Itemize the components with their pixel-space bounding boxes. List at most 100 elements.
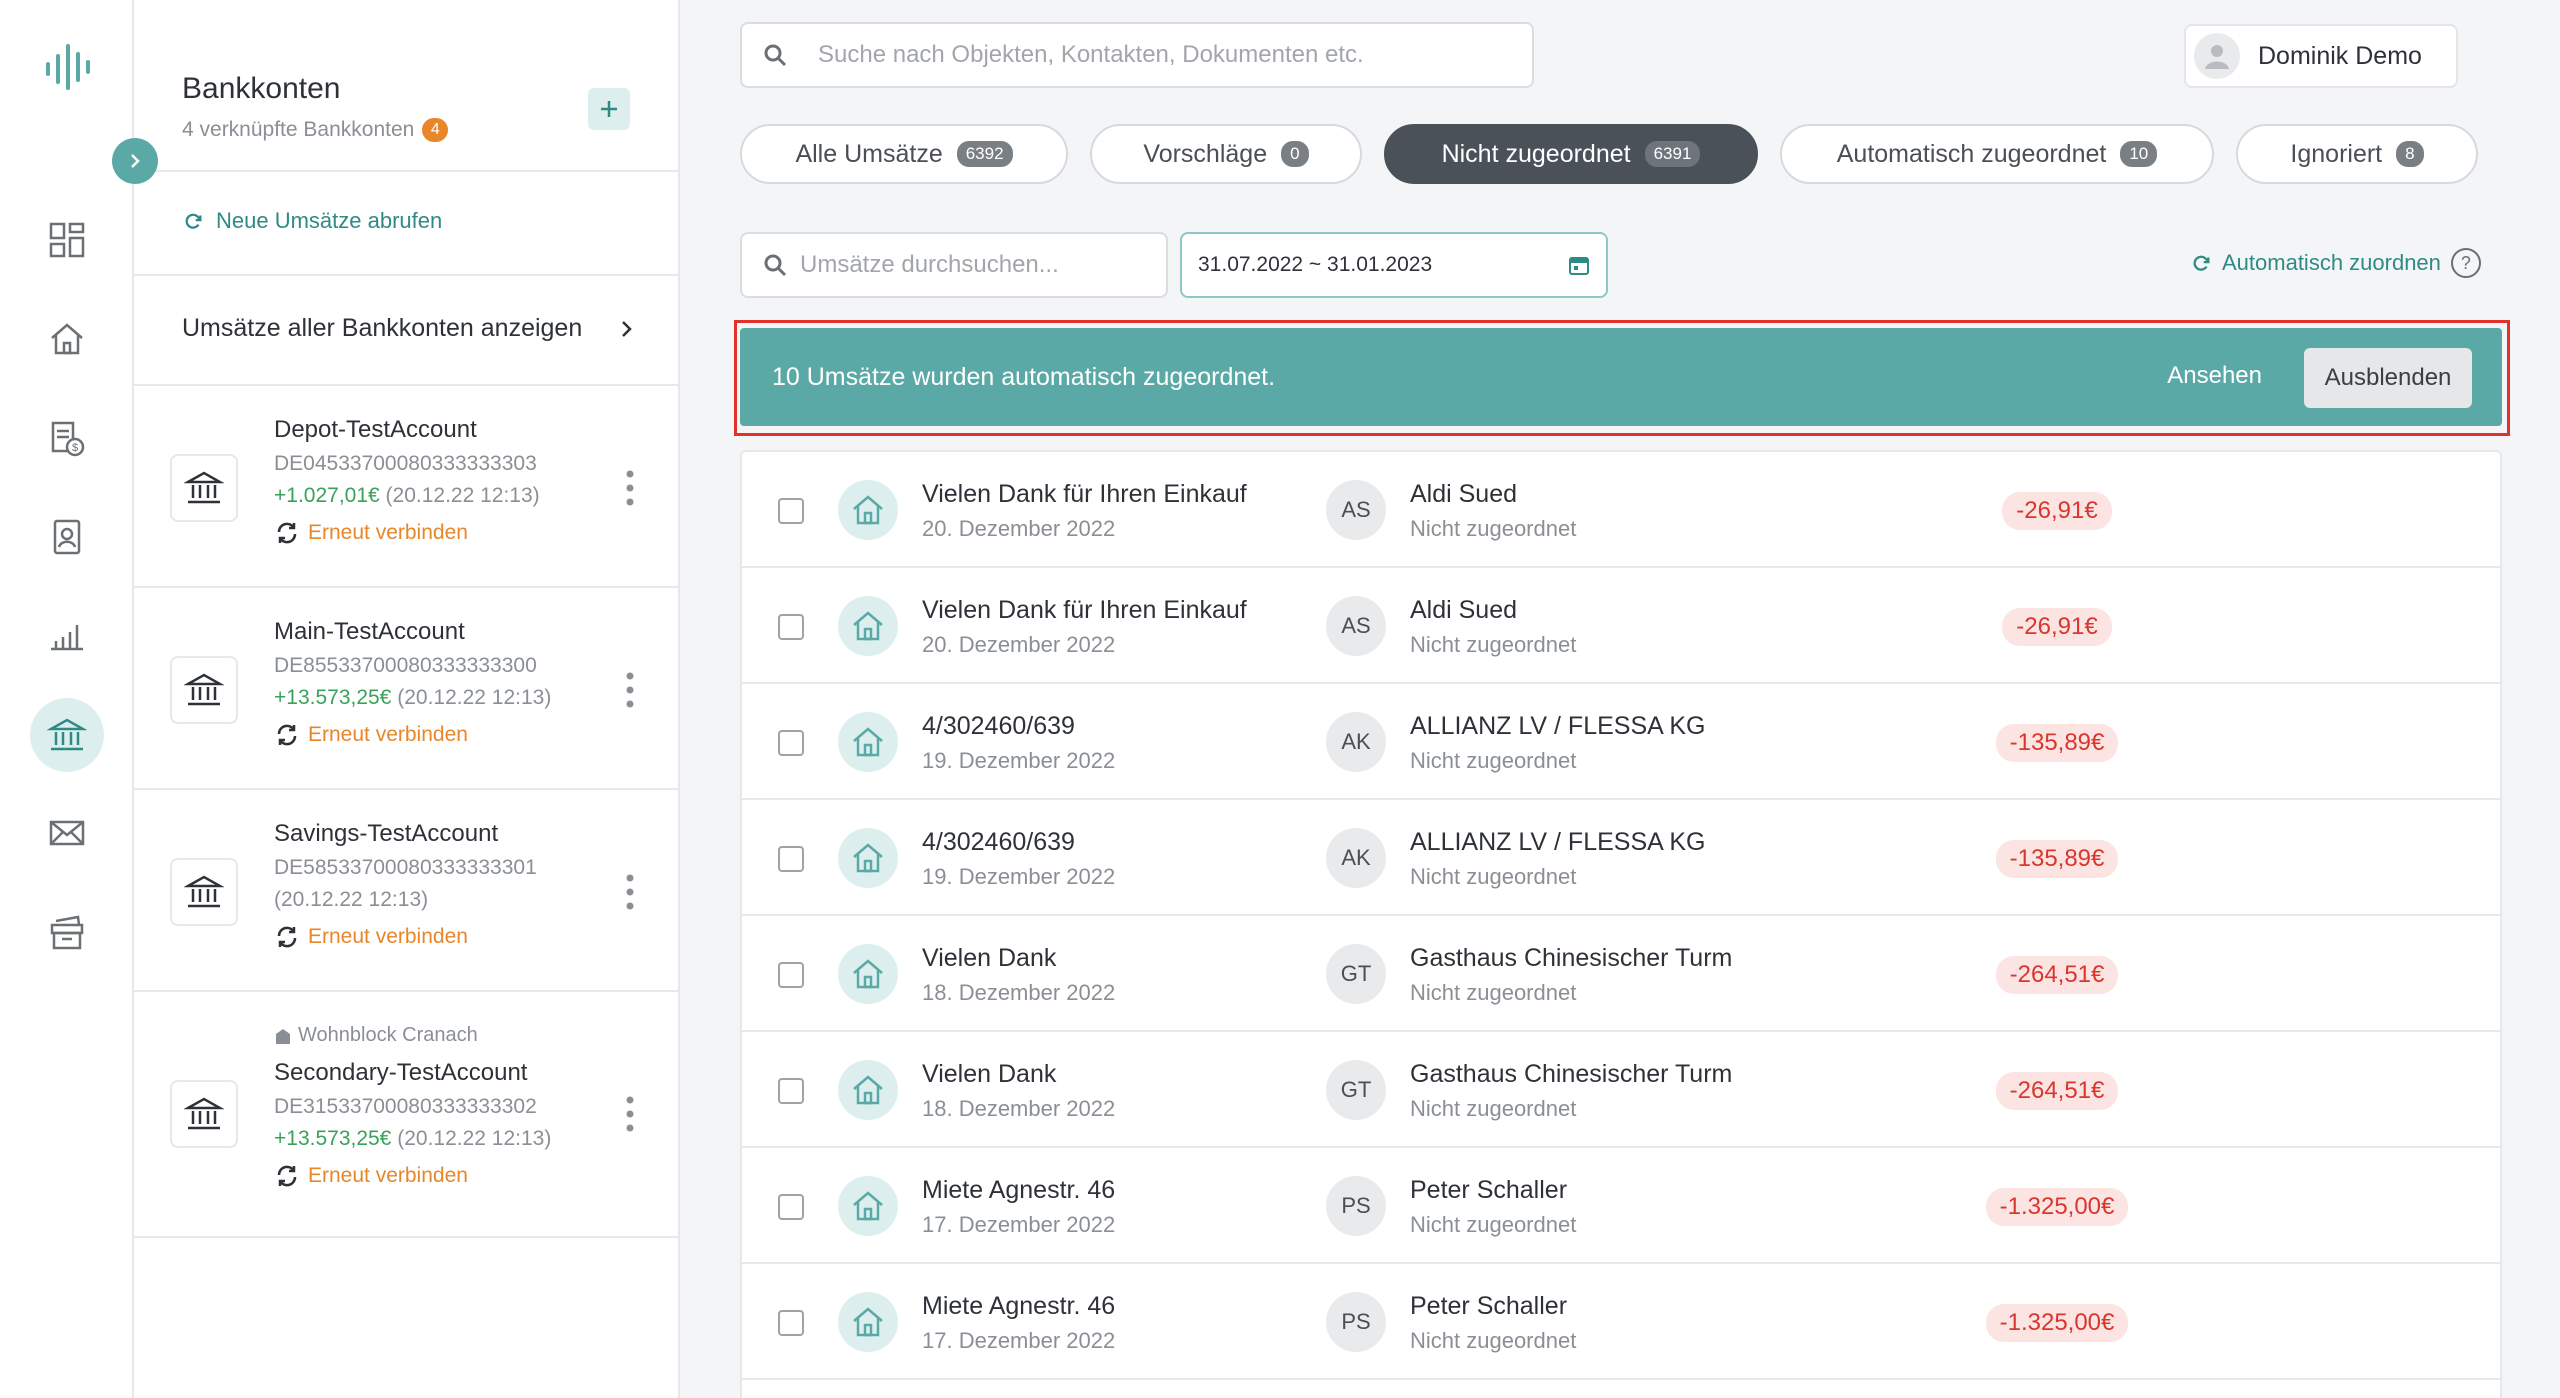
transaction-date: 17. Dezember 2022 <box>922 1212 1116 1237</box>
user-icon <box>2205 45 2229 69</box>
assignment-status: Nicht zugeordnet <box>1410 632 1577 657</box>
transaction-amount: -26,91€ <box>2002 492 2112 530</box>
row-checkbox[interactable] <box>778 1078 804 1104</box>
row-checkbox[interactable] <box>778 846 804 872</box>
account-balance-line: +13.573,25€ (20.12.22 12:13) <box>274 1127 551 1151</box>
counterparty-name: ALLIANZ LV / FLESSA KG <box>1410 828 1706 856</box>
account-updated: (20.12.22 12:13) <box>397 686 552 709</box>
table-row[interactable]: Vielen Dank für Ihren Einkauf 20. Dezemb… <box>742 568 2500 684</box>
account-balance: +1.027,01€ <box>274 484 380 507</box>
search-icon <box>764 44 787 67</box>
mail-icon[interactable] <box>42 808 92 858</box>
counterparty-name: Gasthaus Chinesischer Turm <box>1410 944 1733 972</box>
amount-cell: -135,89€ <box>1942 840 2172 878</box>
row-checkbox[interactable] <box>778 614 804 640</box>
bank-icon <box>170 858 238 926</box>
reconnect-link[interactable]: Erneut verbinden <box>274 1163 551 1189</box>
reconnect-link[interactable]: Erneut verbinden <box>274 722 551 748</box>
more-options-icon[interactable] <box>624 670 636 710</box>
account-updated: (20.12.22 12:13) <box>274 888 429 911</box>
transaction-search-input[interactable] <box>800 251 1166 279</box>
hide-button[interactable]: Ausblenden <box>2304 348 2472 408</box>
counterparty-name: Gasthaus Chinesischer Turm <box>1410 1060 1733 1088</box>
counterparty-avatar: AK <box>1326 712 1386 772</box>
help-icon[interactable]: ? <box>2450 248 2481 278</box>
account-item[interactable]: Wohnblock Cranach Secondary-TestAccount … <box>134 990 680 1236</box>
show-all-accounts-label: Umsätze aller Bankkonten anzeigen <box>182 314 583 342</box>
table-row[interactable]: Vielen Dank 18. Dezember 2022 GT Gasthau… <box>742 1032 2500 1148</box>
account-iban: DE58533700080333333301 <box>274 856 537 879</box>
date-range-picker[interactable]: 31.07.2022 ~ 31.01.2023 <box>1180 232 1608 298</box>
logo-icon[interactable] <box>42 42 94 92</box>
row-checkbox[interactable] <box>778 1310 804 1336</box>
home-icon[interactable] <box>42 314 92 364</box>
amount-cell: -1.325,00€ <box>1942 1304 2172 1342</box>
expand-sidebar-button[interactable] <box>112 138 158 184</box>
global-search-input[interactable] <box>818 41 1532 69</box>
transaction-date: 20. Dezember 2022 <box>922 632 1116 657</box>
table-row[interactable]: 4/302460/639 19. Dezember 2022 AK ALLIAN… <box>742 800 2500 916</box>
more-options-icon[interactable] <box>624 872 636 912</box>
view-button[interactable]: Ansehen <box>2167 362 2262 390</box>
dashboard-icon[interactable] <box>42 215 92 265</box>
chart-icon[interactable] <box>42 610 92 660</box>
tab-suggestions[interactable]: Vorschläge 0 <box>1090 124 1362 184</box>
account-name: Main-TestAccount <box>274 618 465 645</box>
reconnect-link[interactable]: Erneut verbinden <box>274 924 537 950</box>
table-row[interactable]: Miete Agnestr. 46 17. Dezember 2022 PS P… <box>742 1264 2500 1380</box>
account-item[interactable]: Depot-TestAccount DE04533700080333333303… <box>134 384 680 586</box>
amount-cell: -135,89€ <box>1942 724 2172 762</box>
assignment-status: Nicht zugeordnet <box>1410 1328 1577 1353</box>
tab-ignored[interactable]: Ignoriert 8 <box>2236 124 2478 184</box>
fetch-transactions-link[interactable]: Neue Umsätze abrufen <box>182 208 442 234</box>
table-row[interactable]: Vielen Dank für Ihren Einkauf 20. Dezemb… <box>742 452 2500 568</box>
counterparty-name: Peter Schaller <box>1410 1292 1568 1320</box>
account-item[interactable]: Savings-TestAccount DE585337000803333333… <box>134 788 680 990</box>
transaction-date: 19. Dezember 2022 <box>922 864 1116 889</box>
tab-count: 10 <box>2120 141 2158 167</box>
bank-icon <box>170 1080 238 1148</box>
show-all-accounts-link[interactable]: Umsätze aller Bankkonten anzeigen <box>182 314 638 343</box>
more-options-icon[interactable] <box>624 1094 636 1134</box>
global-search-box <box>740 22 1534 88</box>
table-row[interactable]: 4/302460/639 19. Dezember 2022 AK ALLIAN… <box>742 684 2500 800</box>
tab-auto-assigned[interactable]: Automatisch zugeordnet 10 <box>1780 124 2214 184</box>
assignment-status: Nicht zugeordnet <box>1410 748 1577 773</box>
transaction-date: 18. Dezember 2022 <box>922 980 1116 1005</box>
tab-unassigned[interactable]: Nicht zugeordnet 6391 <box>1384 124 1758 184</box>
auto-assign-label: Automatisch zuordnen <box>2222 250 2441 275</box>
transaction-description: 4/302460/639 <box>922 828 1075 856</box>
assignment-status: Nicht zugeordnet <box>1410 980 1577 1005</box>
row-checkbox[interactable] <box>778 1194 804 1220</box>
reconnect-icon <box>277 724 297 746</box>
account-item[interactable]: Main-TestAccount DE85533700080333333300 … <box>134 586 680 788</box>
table-row[interactable]: Vielen Dank 18. Dezember 2022 GT Gasthau… <box>742 916 2500 1032</box>
tab-all-transactions[interactable]: Alle Umsätze 6392 <box>740 124 1068 184</box>
counterparty-avatar: PS <box>1326 1292 1386 1352</box>
icon-rail: $ <box>0 0 134 1398</box>
svg-text:$: $ <box>72 442 78 454</box>
more-options-icon[interactable] <box>624 468 636 508</box>
reconnect-icon <box>277 1165 297 1187</box>
house-icon <box>838 944 898 1004</box>
archive-icon[interactable] <box>42 908 92 958</box>
reconnect-link[interactable]: Erneut verbinden <box>274 520 540 546</box>
account-balance: +13.573,25€ <box>274 1127 392 1150</box>
transaction-amount: -135,89€ <box>1995 840 2119 878</box>
banner-message: 10 Umsätze wurden automatisch zugeordnet… <box>772 362 1276 391</box>
transaction-date: 17. Dezember 2022 <box>922 1328 1116 1353</box>
auto-assign-link[interactable]: Automatisch zuordnen ? <box>2190 248 2481 278</box>
row-checkbox[interactable] <box>778 730 804 756</box>
bank-icon[interactable] <box>30 698 104 772</box>
contacts-icon[interactable] <box>42 512 92 562</box>
house-icon <box>838 1060 898 1120</box>
transaction-amount: -264,51€ <box>1995 1072 2119 1110</box>
user-menu-button[interactable]: Dominik Demo <box>2184 24 2458 88</box>
chevron-right-icon <box>622 320 632 337</box>
documents-money-icon[interactable]: $ <box>42 414 92 464</box>
tab-label: Vorschläge <box>1143 139 1268 168</box>
add-account-button[interactable] <box>588 88 630 130</box>
row-checkbox[interactable] <box>778 962 804 988</box>
table-row[interactable]: Miete Agnestr. 46 17. Dezember 2022 PS P… <box>742 1148 2500 1264</box>
row-checkbox[interactable] <box>778 498 804 524</box>
